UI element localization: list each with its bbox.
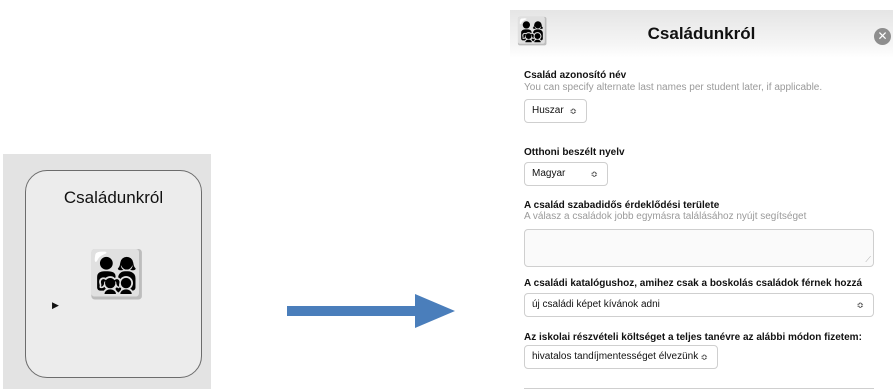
chevron-updown-icon: ≎: [700, 352, 708, 362]
home-language-select[interactable]: Magyar ≎: [524, 162, 608, 186]
home-language-value: Magyar: [532, 168, 566, 179]
family-emoji-icon: 👨‍👩‍👧‍👦: [88, 248, 146, 300]
home-language-label: Otthoni beszélt nyelv: [524, 147, 625, 158]
close-icon[interactable]: ✕: [874, 28, 891, 45]
leisure-help: A válasz a családok jobb egymásra találá…: [524, 211, 807, 222]
family-id-help: You can specify alternate last names per…: [524, 82, 823, 93]
resize-grip-icon[interactable]: ⟋: [865, 255, 871, 265]
family-id-select[interactable]: Huszar ≎: [524, 99, 587, 123]
about-family-card[interactable]: Családunkról 👨‍👩‍👧‍👦 ▶: [25, 170, 202, 378]
catalog-select[interactable]: új családi képet kívánok adni ≎: [524, 293, 874, 317]
catalog-label: A családi katalógushoz, amihez csak a bo…: [524, 278, 863, 289]
leisure-label: A család szabadidős érdeklődési területe: [524, 200, 720, 211]
leisure-textarea[interactable]: ⟋: [524, 229, 874, 267]
family-id-label: Család azonosító név: [524, 70, 627, 81]
tuition-value: hivatalos tandíjmentességet élvezünk: [532, 351, 699, 362]
tuition-select[interactable]: hivatalos tandíjmentességet élvezünk ≎: [524, 345, 718, 369]
transition-arrow-icon: [287, 294, 455, 328]
chevron-updown-icon: ≎: [590, 169, 598, 179]
dialog-title: Családunkról: [647, 24, 756, 43]
about-family-dialog: 👨‍👩‍👧‍👦 Családunkról ✕ Család azonosító …: [510, 10, 893, 389]
card-title: Családunkról: [63, 188, 164, 207]
chevron-updown-icon: ≎: [569, 106, 577, 116]
family-id-value: Huszar: [532, 105, 564, 116]
pointer-icon: ▶: [52, 300, 59, 310]
catalog-value: új családi képet kívánok adni: [532, 299, 660, 310]
chevron-updown-icon: ≎: [856, 300, 864, 310]
dialog-header: 👨‍👩‍👧‍👦 Családunkról ✕: [510, 10, 893, 58]
tuition-label: Az iskolai részvételi költséget a teljes…: [524, 332, 862, 343]
